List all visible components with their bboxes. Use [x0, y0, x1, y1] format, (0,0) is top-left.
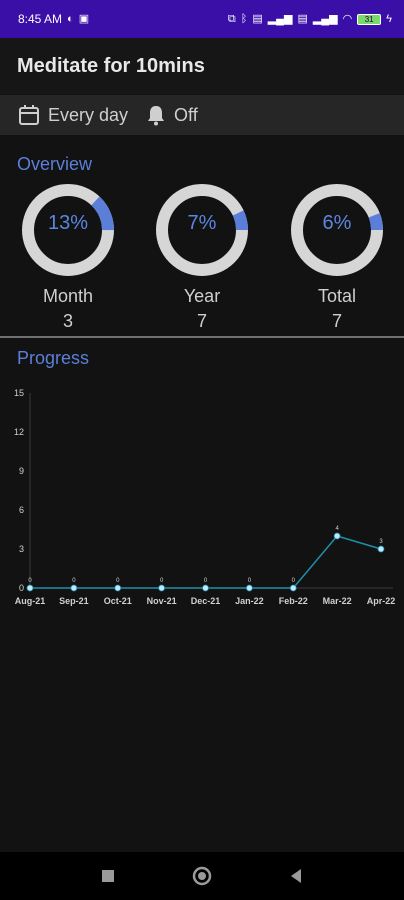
- total-label: Total: [317, 286, 357, 306]
- recents-button[interactable]: [96, 864, 120, 888]
- charging-icon: ϟ: [386, 12, 392, 25]
- data-label: 0: [160, 578, 164, 584]
- app-notification-icon: ◐: [67, 12, 74, 25]
- data-label: 3: [379, 539, 383, 545]
- year-value: 7: [196, 311, 207, 331]
- system-nav-bar: [0, 852, 404, 900]
- signal2-icon: ▂▄▆: [312, 12, 338, 25]
- x-tick-label: Sep-21: [59, 596, 89, 606]
- x-tick-label: Aug-21: [15, 596, 46, 606]
- x-tick-label: Nov-21: [147, 596, 177, 606]
- wifi-icon: ◠: [342, 12, 353, 25]
- data-point: [245, 584, 253, 592]
- app-header: Meditate for 10mins: [0, 38, 404, 94]
- year-percent: 7%: [187, 212, 217, 234]
- sim-icon: ▤: [252, 12, 263, 25]
- overview-title: Overview: [17, 154, 93, 174]
- bluetooth-icon: ᛒ: [240, 12, 248, 25]
- overview-rings: 13% Month 3 7% Year 7 6% Total 7: [0, 180, 404, 332]
- signal-icon: ▂▄▆: [267, 12, 293, 25]
- data-label: 0: [72, 578, 76, 584]
- year-label: Year: [183, 286, 221, 306]
- circle-icon: [192, 866, 212, 886]
- status-time: 8:45 AM: [18, 12, 63, 26]
- data-point: [70, 584, 78, 592]
- data-point: [289, 584, 297, 592]
- y-tick-label: 15: [14, 388, 24, 398]
- data-label: 4: [335, 526, 339, 532]
- x-tick-label: Apr-22: [367, 596, 396, 606]
- reminder-setting[interactable]: Off: [146, 104, 198, 126]
- ring-month: 13% Month 3: [18, 180, 118, 332]
- frequency-label: Every day: [48, 104, 129, 125]
- home-button[interactable]: [190, 864, 214, 888]
- data-point: [333, 532, 341, 540]
- x-tick-label: Feb-22: [279, 596, 308, 606]
- reminder-label: Off: [174, 104, 198, 125]
- progress-title: Progress: [17, 348, 90, 368]
- message-notification-icon: ▣: [78, 12, 90, 25]
- battery-icon: 31: [357, 13, 382, 25]
- x-tick-label: Jan-22: [235, 596, 264, 606]
- calendar-icon: [19, 105, 39, 125]
- back-button[interactable]: [284, 864, 308, 888]
- data-label: 0: [292, 578, 296, 584]
- y-tick-label: 0: [19, 583, 24, 593]
- section-divider: [0, 336, 404, 338]
- data-point: [26, 584, 34, 592]
- data-label: 0: [28, 578, 32, 584]
- y-tick-label: 6: [19, 505, 24, 515]
- sim2-icon: ▤: [297, 12, 308, 25]
- data-point: [377, 545, 385, 553]
- data-point: [114, 584, 122, 592]
- x-tick-label: Mar-22: [323, 596, 352, 606]
- total-percent: 6%: [322, 212, 352, 234]
- data-point: [202, 584, 209, 592]
- data-label: 0: [204, 578, 208, 584]
- triangle-back-icon: [291, 869, 301, 883]
- data-label: 0: [248, 578, 252, 584]
- square-icon: [102, 870, 114, 882]
- bell-icon: [148, 106, 165, 126]
- y-tick-label: 12: [14, 427, 24, 437]
- x-tick-label: Dec-21: [191, 596, 221, 606]
- schedule-row: Every day Off: [0, 95, 404, 135]
- frequency-setting[interactable]: Every day: [18, 104, 128, 126]
- nfc-icon: ⧉: [227, 12, 236, 25]
- ring-year: 7% Year 7: [152, 180, 252, 332]
- month-percent: 13%: [47, 212, 89, 234]
- data-label: 0: [116, 578, 120, 584]
- page-title: Meditate for 10mins: [17, 54, 205, 77]
- y-tick-label: 3: [19, 544, 24, 554]
- month-label: Month: [42, 286, 94, 306]
- status-bar: 8:45 AM ◐ ▣ ⧉ ᛒ ▤ ▂▄▆ ▤ ▂▄▆ ◠ 31 ϟ: [0, 0, 404, 38]
- ring-total: 6% Total 7: [287, 180, 387, 332]
- progress-line-chart: 0 3 6 9 12 15 Aug-21 Sep-21 Oct-21 Nov-21 Dec-21 Ja…: [14, 388, 396, 606]
- y-tick-label: 9: [19, 466, 24, 476]
- x-tick-label: Oct-21: [104, 596, 132, 606]
- data-point: [158, 584, 166, 592]
- month-value: 3: [62, 311, 73, 331]
- total-value: 7: [331, 311, 342, 331]
